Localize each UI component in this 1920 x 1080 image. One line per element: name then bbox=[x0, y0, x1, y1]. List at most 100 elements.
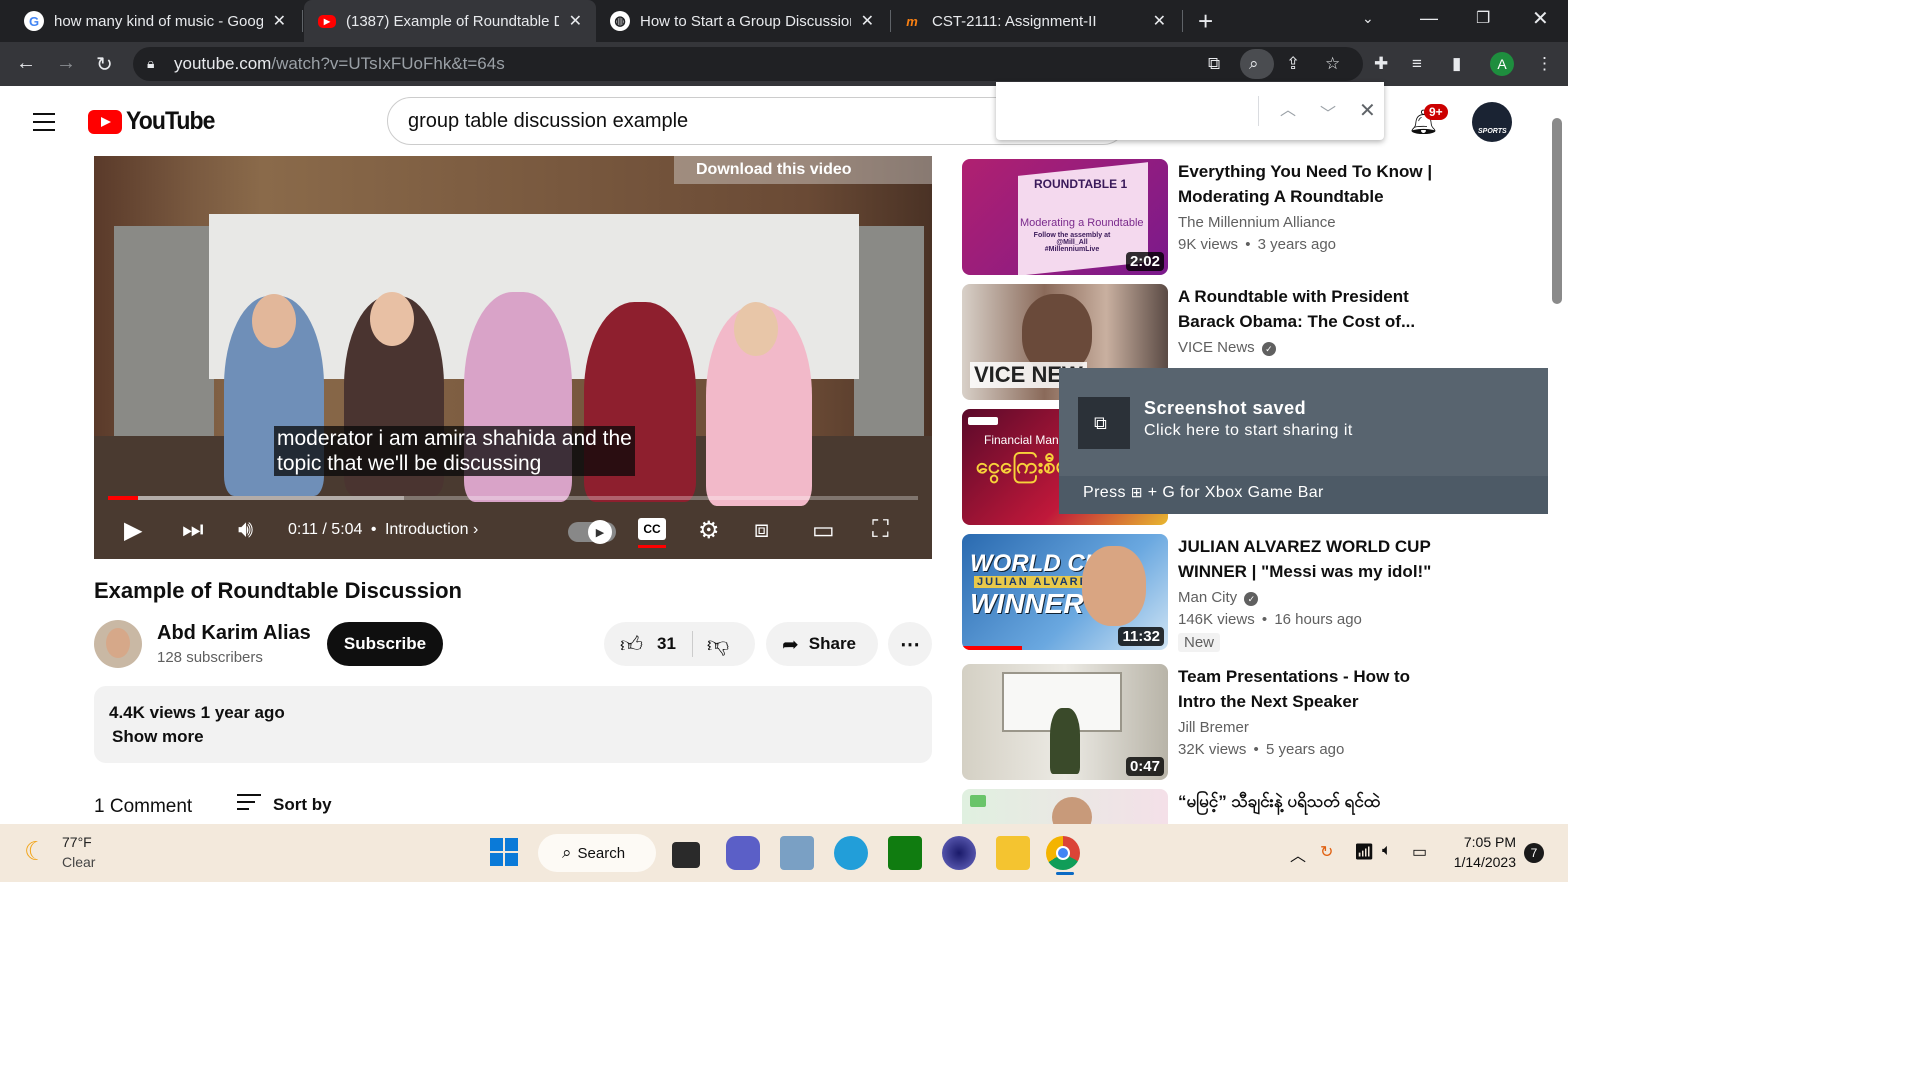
restore-button[interactable]: ❐ bbox=[1476, 8, 1490, 28]
play-button-icon[interactable]: ▶ bbox=[124, 516, 142, 545]
photos-app-icon[interactable] bbox=[780, 836, 814, 870]
video-player[interactable]: Download this video moderator i am amira… bbox=[94, 156, 932, 559]
wifi-icon[interactable]: 📶︎ bbox=[1354, 842, 1374, 862]
settings-gear-icon[interactable]: ⚙ bbox=[698, 516, 720, 545]
theater-mode-icon[interactable]: ▭ bbox=[812, 516, 835, 545]
related-title[interactable]: A Roundtable with President Barack Obama… bbox=[1178, 284, 1438, 334]
account-avatar[interactable]: SPORTS bbox=[1472, 102, 1512, 142]
related-thumbnail[interactable]: ROUNDTABLE 1 Moderating a Roundtable Fol… bbox=[962, 159, 1168, 275]
related-channel[interactable]: Man City ✓ bbox=[1178, 589, 1259, 606]
side-panel-icon[interactable]: ▮ bbox=[1452, 54, 1461, 74]
clock-time[interactable]: 7:05 PM bbox=[1452, 834, 1516, 850]
close-icon[interactable]: ✕ bbox=[273, 11, 286, 31]
page-scrollbar[interactable] bbox=[1552, 118, 1562, 304]
progress-buffer bbox=[138, 496, 404, 500]
sort-by-button[interactable]: Sort by bbox=[273, 795, 332, 815]
profile-avatar[interactable]: A bbox=[1490, 52, 1514, 76]
thumb-subtext: WINNER bbox=[970, 588, 1084, 619]
close-icon[interactable]: ✕ bbox=[1153, 11, 1166, 31]
related-thumbnail[interactable]: 0:47 bbox=[962, 664, 1168, 780]
volume-icon[interactable]: 🔊︎ bbox=[238, 516, 253, 544]
battery-icon[interactable]: ▭ bbox=[1412, 842, 1427, 862]
tab-google[interactable]: G how many kind of music - Google ✕ bbox=[0, 0, 300, 42]
file-explorer-icon[interactable] bbox=[996, 836, 1030, 870]
find-icon[interactable]: ⌕ bbox=[1249, 54, 1259, 74]
chapter-title[interactable]: Introduction bbox=[385, 521, 469, 538]
tab-search-icon[interactable]: ⌄ bbox=[1362, 10, 1374, 27]
fullscreen-icon[interactable]: ⛶ bbox=[872, 516, 889, 544]
close-icon[interactable]: ✕ bbox=[861, 11, 874, 31]
tab-youtube[interactable]: ▶ (1387) Example of Roundtable Di ✕ bbox=[304, 0, 596, 42]
bookmark-star-icon[interactable]: ☆ bbox=[1325, 54, 1340, 74]
related-title[interactable]: Everything You Need To Know | Moderating… bbox=[1178, 159, 1438, 209]
share-icon[interactable]: ⇪ bbox=[1286, 54, 1300, 74]
related-title[interactable]: JULIAN ALVAREZ WORLD CUP WINNER | "Messi… bbox=[1178, 534, 1438, 584]
chrome-menu-icon[interactable]: ⋮ bbox=[1536, 54, 1553, 74]
related-thumbnail[interactable]: WORLD CUP JULIAN ALVAREZ WINNER 11:32 bbox=[962, 534, 1168, 650]
related-channel[interactable]: The Millennium Alliance bbox=[1178, 214, 1336, 231]
weather-desc[interactable]: Clear bbox=[62, 854, 95, 870]
back-button[interactable]: ← bbox=[16, 52, 36, 75]
share-button[interactable]: ➦ Share bbox=[766, 622, 878, 666]
start-windows-icon[interactable] bbox=[490, 838, 518, 866]
eclipse-icon[interactable] bbox=[942, 836, 976, 870]
show-more-link[interactable]: Show more bbox=[112, 727, 204, 747]
weather-temp[interactable]: 77°F bbox=[62, 834, 92, 850]
clock-date[interactable]: 1/14/2023 bbox=[1450, 854, 1516, 870]
reload-button[interactable]: ↻ bbox=[96, 52, 113, 77]
lock-icon[interactable]: 🔒︎ bbox=[147, 55, 154, 72]
media-control-icon[interactable]: ≡ bbox=[1412, 54, 1422, 74]
tab-group-discussion[interactable]: ◍ How to Start a Group Discussion: ✕ bbox=[598, 0, 888, 42]
caption-line: moderator i am amira shahida and the bbox=[277, 427, 632, 450]
next-video-icon[interactable]: ⏭︎ bbox=[182, 516, 204, 544]
channel-name[interactable]: Abd Karim Alias bbox=[157, 622, 311, 645]
download-video-banner[interactable]: Download this video bbox=[674, 156, 932, 184]
thumb-person bbox=[1050, 708, 1080, 774]
subscribe-button[interactable]: Subscribe bbox=[327, 622, 443, 666]
find-previous-icon[interactable]: ︿ bbox=[1280, 96, 1296, 120]
hamburger-menu-icon[interactable] bbox=[33, 113, 55, 137]
chevron-up-icon[interactable]: ︿ bbox=[1290, 842, 1306, 866]
youtube-logo-icon[interactable] bbox=[88, 110, 122, 134]
related-title[interactable]: “မမြင့်” သီချင်းနဲ့ ပရိသတ် ရင်ထဲ bbox=[1178, 789, 1438, 824]
thumbs-up-icon[interactable]: 👍︎ bbox=[620, 631, 643, 658]
forward-button[interactable]: → bbox=[56, 52, 76, 75]
notification-center-badge[interactable]: 7 bbox=[1524, 843, 1544, 863]
chrome-taskbar-icon[interactable] bbox=[1046, 836, 1080, 870]
screenshot-toast[interactable]: ⧉ Screenshot saved Click here to start s… bbox=[1059, 368, 1548, 514]
new-tab-button[interactable]: + bbox=[1198, 6, 1213, 37]
like-count[interactable]: 31 bbox=[657, 634, 676, 654]
sort-icon[interactable] bbox=[237, 794, 261, 815]
open-in-app-icon[interactable]: ⧉ bbox=[1208, 54, 1220, 74]
description-box[interactable] bbox=[94, 686, 932, 763]
more-actions-icon[interactable]: ⋯ bbox=[888, 622, 932, 666]
related-thumbnail[interactable] bbox=[962, 789, 1168, 824]
find-next-icon[interactable]: ﹀ bbox=[1320, 100, 1336, 124]
channel-avatar[interactable] bbox=[94, 620, 142, 668]
close-icon[interactable]: ✕ bbox=[569, 11, 582, 31]
youtube-logo-text[interactable]: YouTube bbox=[126, 107, 215, 136]
sync-icon[interactable]: ↻ bbox=[1320, 842, 1333, 862]
weather-moon-icon[interactable]: ☾ bbox=[24, 836, 47, 867]
minimize-button[interactable]: — bbox=[1420, 8, 1438, 29]
task-view-icon[interactable] bbox=[672, 842, 700, 868]
xbox-icon[interactable] bbox=[888, 836, 922, 870]
find-close-icon[interactable]: ✕ bbox=[1359, 98, 1376, 123]
taskbar-search[interactable]: ⌕ Search bbox=[538, 834, 656, 872]
extensions-icon[interactable]: ✚ bbox=[1374, 54, 1388, 74]
teams-chat-icon[interactable] bbox=[726, 836, 760, 870]
chevron-right-icon[interactable]: › bbox=[473, 521, 478, 538]
telegram-icon[interactable] bbox=[834, 836, 868, 870]
captions-button[interactable]: CC bbox=[638, 518, 666, 540]
url-text[interactable]: youtube.com/watch?v=UTsIxFUoFhk&t=64s bbox=[174, 54, 505, 74]
find-input[interactable] bbox=[1008, 96, 1256, 126]
related-channel[interactable]: Jill Bremer bbox=[1178, 719, 1249, 736]
related-channel[interactable]: VICE News ✓ bbox=[1178, 339, 1276, 356]
related-title[interactable]: Team Presentations - How to Intro the Ne… bbox=[1178, 664, 1438, 714]
thumbs-down-icon[interactable]: 👎︎ bbox=[707, 631, 729, 658]
speaker-icon[interactable]: 🔈︎ bbox=[1382, 842, 1392, 860]
miniplayer-icon[interactable]: ⧈ bbox=[754, 516, 769, 544]
autoplay-toggle[interactable]: ▶ bbox=[568, 520, 616, 544]
window-close-button[interactable]: ✕ bbox=[1532, 6, 1549, 31]
tab-moodle[interactable]: m CST-2111: Assignment-II ✕ bbox=[892, 0, 1180, 42]
